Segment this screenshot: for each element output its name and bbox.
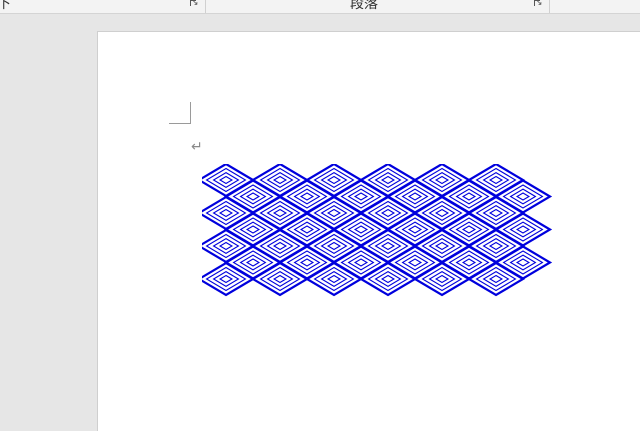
diamond-shape: [326, 208, 342, 218]
diamond-shape: [401, 188, 429, 205]
diamond-shape: [299, 258, 315, 267]
diamond-shape: [239, 221, 267, 238]
diamond-shape: [272, 175, 288, 185]
diamond-shape: [245, 192, 261, 201]
diamond-shape: [482, 172, 510, 188]
diamond-shape: [212, 205, 240, 221]
diamond-shape: [212, 172, 240, 188]
diamond-shape: [218, 175, 234, 185]
diamond-shape: [272, 208, 288, 218]
ribbon-bar: 下 ↘ 段落 ↘: [0, 0, 640, 14]
diamond-shape: [320, 238, 348, 254]
paragraph-mark: ↵: [191, 139, 203, 155]
diamond-shape: [428, 205, 456, 221]
diamond-shape: [461, 258, 477, 267]
diamond-shape: [509, 221, 537, 238]
diamond-shape: [353, 258, 369, 267]
diamond-shape: [434, 175, 450, 185]
diamond-shape: [326, 241, 342, 251]
diamond-shape: [320, 205, 348, 221]
diamond-shape: [320, 172, 348, 188]
diamond-shape: [326, 175, 342, 185]
diamond-shape: [434, 208, 450, 218]
diamond-shape: [488, 175, 504, 185]
diamond-shape: [320, 271, 348, 287]
diamond-shape: [401, 254, 429, 271]
diamond-shape: [266, 172, 294, 188]
diamond-shape: [218, 274, 234, 284]
diamond-shape: [428, 238, 456, 254]
diamond-shape: [482, 205, 510, 221]
diamond-shape: [515, 225, 531, 234]
diamond-shape: [380, 208, 396, 218]
diamond-shape: [380, 241, 396, 251]
diamond-shape: [326, 274, 342, 284]
paragraph-dialog-launcher-icon[interactable]: ↘: [534, 0, 544, 9]
diamond-shape: [380, 274, 396, 284]
diamond-shape: [266, 238, 294, 254]
diamond-shape: [515, 258, 531, 267]
diamond-shape: [347, 188, 375, 205]
diamond-shape: [245, 225, 261, 234]
diamond-shape: [455, 254, 483, 271]
dialog-launcher-icon[interactable]: ↘: [190, 0, 200, 9]
diamond-shape: [434, 241, 450, 251]
diamond-shape: [239, 188, 267, 205]
diamond-shape: [488, 208, 504, 218]
diamond-shape: [374, 172, 402, 188]
diamond-shape: [266, 205, 294, 221]
diamond-shape: [482, 238, 510, 254]
diamond-shape: [293, 188, 321, 205]
diamond-shape: [245, 258, 261, 267]
diamond-shape: [380, 175, 396, 185]
diamond-shape: [407, 192, 423, 201]
diamond-pattern-drawing[interactable]: [202, 164, 562, 304]
margin-corner-mark: [169, 102, 191, 124]
diamond-shape: [374, 271, 402, 287]
diamond-shape: [272, 274, 288, 284]
diamond-shape: [482, 271, 510, 287]
document-page[interactable]: ↵: [97, 31, 640, 431]
diamond-shape: [299, 225, 315, 234]
diamond-shape: [212, 271, 240, 287]
diamond-shape: [428, 271, 456, 287]
diamond-shape: [239, 254, 267, 271]
diamond-shape: [299, 192, 315, 201]
diamond-shape: [509, 254, 537, 271]
diamond-shape: [407, 225, 423, 234]
diamond-shape: [293, 221, 321, 238]
diamond-shape: [407, 258, 423, 267]
diamond-shape: [218, 208, 234, 218]
diamond-shape: [488, 274, 504, 284]
diamond-shape: [434, 274, 450, 284]
ribbon-group-label-paragraph: 段落: [350, 0, 378, 12]
diamond-shape: [353, 192, 369, 201]
diamond-shape: [353, 225, 369, 234]
ribbon-group-label-left: 下: [0, 0, 11, 13]
diamond-shape: [347, 221, 375, 238]
diamond-shape: [374, 205, 402, 221]
diamond-shape: [488, 241, 504, 251]
diamond-shape: [347, 254, 375, 271]
diamond-shape: [266, 271, 294, 287]
diamond-shape: [461, 192, 477, 201]
diamond-shape: [515, 192, 531, 201]
diamond-shape: [212, 238, 240, 254]
diamond-shape: [293, 254, 321, 271]
diamond-shape: [461, 225, 477, 234]
ribbon-group-separator: [549, 0, 550, 13]
diamond-shape: [428, 172, 456, 188]
ribbon-group-separator: [205, 0, 206, 13]
diamond-shape: [272, 241, 288, 251]
diamond-shape: [374, 238, 402, 254]
diamond-shape: [455, 188, 483, 205]
diamond-shape: [218, 241, 234, 251]
diamond-shape: [509, 188, 537, 205]
diamond-shape: [401, 221, 429, 238]
diamond-shape: [455, 221, 483, 238]
